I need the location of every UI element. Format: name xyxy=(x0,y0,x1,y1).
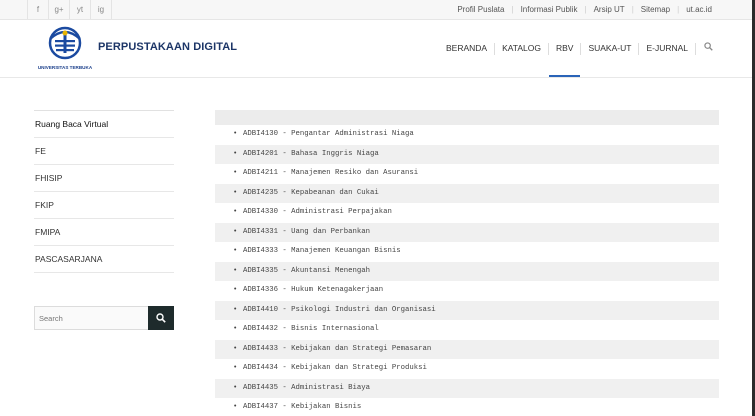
course-link[interactable]: ADBI4235 - Kepabeanan dan Cukai xyxy=(243,189,379,197)
ut-logo[interactable]: UNIVERSITAS TERBUKA xyxy=(34,25,96,73)
sidebar-item-pascasarjana[interactable]: PASCASARJANA xyxy=(34,246,174,273)
bullet: • xyxy=(233,188,238,197)
list-item[interactable]: • ADBI4410 - Psikologi Industri dan Organ… xyxy=(215,300,719,320)
course-list: • ADBI4130 - Pengantar Administrasi Niaga… xyxy=(215,125,719,416)
course-link[interactable]: ADBI4435 - Administrasi Biaya xyxy=(243,384,370,392)
list-item[interactable]: • ADBI4335 - Akuntansi Menengah xyxy=(215,261,719,281)
top-links: Profil Puslata | Informasi Publik | Arsi… xyxy=(450,0,719,19)
nav-suaka-ut[interactable]: SUAKA-UT xyxy=(581,20,638,77)
course-link[interactable]: ADBI4211 - Manajemen Resiko dan Asuransi xyxy=(243,169,418,177)
google-plus-icon[interactable]: g+ xyxy=(49,0,70,19)
course-link[interactable]: ADBI4330 - Administrasi Perpajakan xyxy=(243,208,392,216)
course-link[interactable]: ADBI4433 - Kebijakan dan Strategi Pemasa… xyxy=(243,345,431,353)
nav-beranda[interactable]: BERANDA xyxy=(439,20,494,77)
nav-search-button[interactable] xyxy=(696,20,713,77)
sidebar-item-fe[interactable]: FE xyxy=(34,138,174,165)
nav-e-jurnal[interactable]: E-JURNAL xyxy=(639,20,695,77)
course-link[interactable]: ADBI4434 - Kebijakan dan Strategi Produk… xyxy=(243,364,427,372)
course-list-panel: • ADBI4130 - Pengantar Administrasi Niaga… xyxy=(215,110,719,416)
instagram-icon[interactable]: ig xyxy=(91,0,112,19)
list-item[interactable]: • ADBI4433 - Kebijakan dan Strategi Pemas… xyxy=(215,339,719,359)
list-item[interactable]: • ADBI4211 - Manajemen Resiko dan Asurans… xyxy=(215,164,719,184)
list-item[interactable]: • ADBI4434 - Kebijakan dan Strategi Produ… xyxy=(215,359,719,379)
bullet: • xyxy=(233,344,238,353)
search-icon xyxy=(156,313,166,323)
bullet: • xyxy=(233,403,238,411)
course-link[interactable]: ADBI4335 - Akuntansi Menengah xyxy=(243,267,370,275)
social-links: f g+ yt ig xyxy=(27,0,112,19)
list-item[interactable]: • ADBI4437 - Kebijakan Bisnis xyxy=(215,398,719,416)
course-list-header xyxy=(215,110,719,125)
site-header: UNIVERSITAS TERBUKA PERPUSTAKAAN DIGITAL… xyxy=(0,20,752,78)
top-link-sitemap[interactable]: Sitemap xyxy=(634,5,677,14)
sidebar-item-ruang-baca-virtual[interactable]: Ruang Baca Virtual xyxy=(34,111,174,138)
course-link[interactable]: ADBI4336 - Hukum Ketenagakerjaan xyxy=(243,286,383,294)
bullet: • xyxy=(233,286,238,294)
list-item[interactable]: • ADBI4330 - Administrasi Perpajakan xyxy=(215,203,719,223)
list-item[interactable]: • ADBI4333 - Manajemen Keuangan Bisnis xyxy=(215,242,719,262)
course-link[interactable]: ADBI4201 - Bahasa Inggris Niaga xyxy=(243,150,379,158)
course-link[interactable]: ADBI4432 - Bisnis Internasional xyxy=(243,325,379,333)
search-submit-button[interactable] xyxy=(148,306,174,330)
course-link[interactable]: ADBI4410 - Psikologi Industri dan Organi… xyxy=(243,306,436,314)
top-link-informasi[interactable]: Informasi Publik xyxy=(514,5,585,14)
course-link[interactable]: ADBI4331 - Uang dan Perbankan xyxy=(243,228,370,236)
sidebar-menu: Ruang Baca Virtual FE FHISIP FKIP FMIPA … xyxy=(34,110,174,273)
list-item[interactable]: • ADBI4235 - Kepabeanan dan Cukai xyxy=(215,183,719,203)
bullet: • xyxy=(233,130,238,138)
top-bar: f g+ yt ig Profil Puslata | Informasi Pu… xyxy=(0,0,752,20)
list-item[interactable]: • ADBI4336 - Hukum Ketenagakerjaan xyxy=(215,281,719,301)
bullet: • xyxy=(233,266,238,275)
sidebar-item-fmipa[interactable]: FMIPA xyxy=(34,219,174,246)
list-item[interactable]: • ADBI4432 - Bisnis Internasional xyxy=(215,320,719,340)
ut-logo-emblem-icon xyxy=(48,26,82,60)
bullet: • xyxy=(233,364,238,372)
top-link-arsip[interactable]: Arsip UT xyxy=(587,5,632,14)
bullet: • xyxy=(233,208,238,216)
search-input[interactable] xyxy=(34,306,148,330)
top-link-profil[interactable]: Profil Puslata xyxy=(450,5,511,14)
course-link[interactable]: ADBI4130 - Pengantar Administrasi Niaga xyxy=(243,130,414,138)
nav-katalog[interactable]: KATALOG xyxy=(495,20,548,77)
search-icon xyxy=(704,42,713,51)
main-nav: BERANDA KATALOG RBV SUAKA-UT E-JURNAL xyxy=(439,20,713,77)
sidebar-item-fkip[interactable]: FKIP xyxy=(34,192,174,219)
youtube-icon[interactable]: yt xyxy=(70,0,91,19)
sidebar-item-fhisip[interactable]: FHISIP xyxy=(34,165,174,192)
course-link[interactable]: ADBI4333 - Manajemen Keuangan Bisnis xyxy=(243,247,401,255)
list-item[interactable]: • ADBI4130 - Pengantar Administrasi Niaga xyxy=(215,125,719,145)
bullet: • xyxy=(233,247,238,255)
bullet: • xyxy=(233,149,238,158)
facebook-icon[interactable]: f xyxy=(27,0,49,19)
list-item[interactable]: • ADBI4201 - Bahasa Inggris Niaga xyxy=(215,144,719,164)
list-item[interactable]: • ADBI4435 - Administrasi Biaya xyxy=(215,378,719,398)
bullet: • xyxy=(233,325,238,333)
bullet: • xyxy=(233,383,238,392)
logo-caption: UNIVERSITAS TERBUKA xyxy=(37,65,93,70)
list-item[interactable]: • ADBI4331 - Uang dan Perbankan xyxy=(215,222,719,242)
bullet: • xyxy=(233,305,238,314)
course-link[interactable]: ADBI4437 - Kebijakan Bisnis xyxy=(243,403,361,411)
site-title[interactable]: PERPUSTAKAAN DIGITAL xyxy=(98,41,237,53)
top-link-utacid[interactable]: ut.ac.id xyxy=(679,5,719,14)
bullet: • xyxy=(233,169,238,177)
nav-rbv[interactable]: RBV xyxy=(548,20,581,77)
sidebar-search xyxy=(34,306,174,330)
bullet: • xyxy=(233,227,238,236)
